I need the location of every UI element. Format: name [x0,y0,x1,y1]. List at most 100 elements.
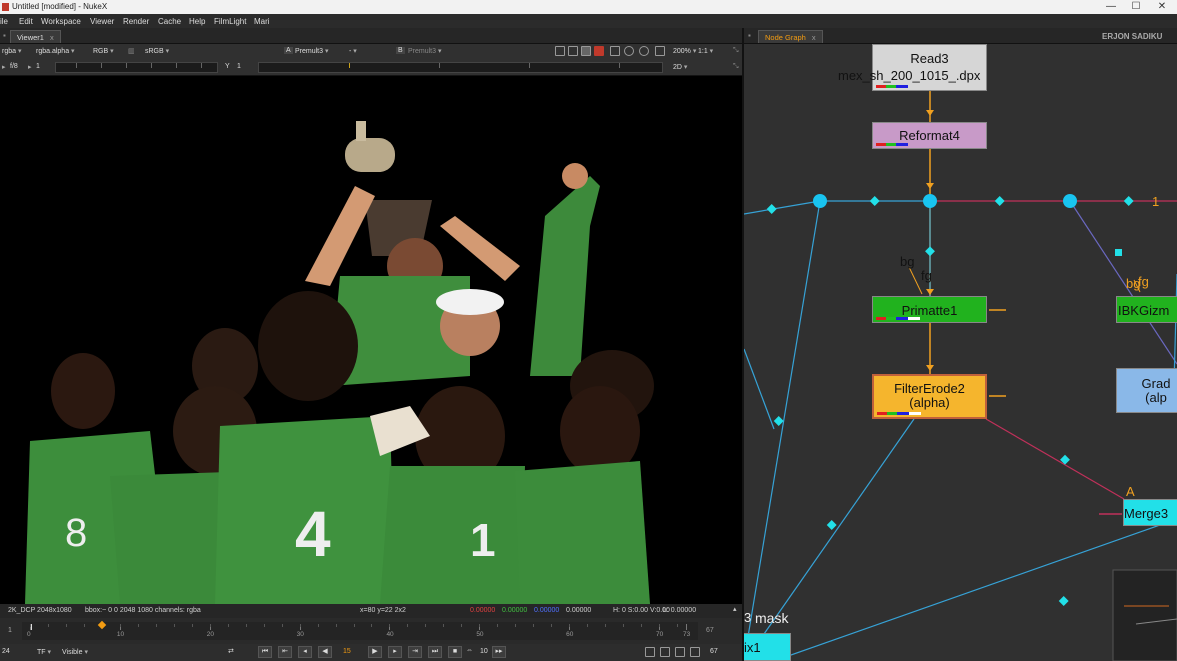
wipe-select[interactable]: - [349,47,389,55]
timeline-start[interactable]: 1 [8,627,12,634]
first-frame-button[interactable]: ⏮ [258,646,272,658]
close-button[interactable]: ✕ [1150,0,1174,14]
current-frame-field[interactable]: 15 [343,648,351,655]
ratio-select[interactable]: 1:1 [698,47,713,55]
ibkgizmo-node-name: IBKGizm [1118,303,1170,318]
ibkgizmo-node[interactable]: IBKGizm [1116,296,1177,323]
bbox-info: bbox:~ 0 0 2048 1080 channels: rgba [85,607,201,614]
timeline-minor-tick [407,624,409,627]
lines-icon[interactable] [610,46,620,56]
display-channel-select[interactable]: RGB [93,47,114,55]
alpha-value: 0.00000 [566,607,592,614]
timeline-tick [686,624,687,630]
gamma-value[interactable]: 1 [237,63,241,70]
gpu-icon[interactable] [639,46,649,56]
prev-keyframe-button[interactable]: ⇤ [278,646,292,658]
menu-file[interactable]: ile [0,17,8,26]
viewer-canvas[interactable]: 8 4 1 [0,76,742,604]
timeline-tick-label: 30 [296,631,304,638]
tab-viewer1[interactable]: Viewer1 x [10,30,61,43]
timeline-minor-tick [30,624,31,627]
mix-node[interactable]: ix1 [744,633,791,661]
channels-select[interactable]: rgba [2,47,21,55]
step-back-button[interactable]: ◂ [298,646,312,658]
filtererode-node[interactable]: FilterErode2 (alpha) [872,374,987,419]
settings-gear-icon[interactable] [690,647,700,657]
timeline-track[interactable]: 0 10 20 30 40 50 60 70 73 [22,620,698,640]
pane-menu-icon-2[interactable]: ▪ [748,31,751,40]
menu-edit[interactable]: Edit [19,17,33,26]
lut-icon: ▥ [128,48,135,55]
filtererode-node-sub: (alpha) [909,395,950,410]
node-graph[interactable]: Read3 mex_sh_200_1015_.dpx Reformat4 bg … [744,44,1177,661]
pause-icon[interactable] [655,46,665,56]
read-file-label: mex_sh_200_1015_.dpx [838,68,981,83]
visible-select[interactable]: Visible [62,648,88,656]
minimize-button[interactable]: — [1099,0,1123,14]
timeline-minor-tick [353,624,355,627]
record-icon[interactable] [594,46,604,56]
alpha-select[interactable]: rgba.alpha [36,47,75,55]
timeline-playhead[interactable] [97,620,107,630]
menu-help[interactable]: Help [189,17,205,26]
stop-button[interactable]: ■ [448,646,462,658]
next-keyframe-button[interactable]: ⇥ [408,646,422,658]
proxy-icon[interactable] [581,46,591,56]
b-input-select[interactable]: Premult3 [408,47,441,55]
primatte-node[interactable]: Primatte1 [872,296,987,323]
grade-node[interactable]: Grad (alp [1116,368,1177,413]
menu-mari[interactable]: Mari [254,17,270,26]
timeline-minor-tick [443,624,445,627]
lut-select[interactable]: sRGB [145,47,169,55]
maximize-button[interactable]: ☐ [1124,0,1148,14]
fstop-label[interactable]: f/8 [10,63,18,70]
zoom-select[interactable]: 200% [673,47,696,55]
play-forward-button[interactable]: ▶ [368,646,382,658]
timeline-tick-label: 70 [656,631,664,638]
pane-menu-icon[interactable]: ▪ [3,31,6,40]
menu-cache[interactable]: Cache [158,17,181,26]
play-backward-button[interactable]: ◀ [318,646,332,658]
a-input-select[interactable]: Premult3 [295,47,328,55]
fps-mode-select[interactable]: TF [37,648,51,656]
gain-value[interactable]: 1 [36,63,40,70]
view-mode-select[interactable]: 2D [673,63,687,71]
reformat-node-name: Reformat4 [899,128,960,143]
info-menu-icon[interactable]: ▴ [733,605,737,613]
primatte-node-name: Primatte1 [901,303,958,318]
lock-icon[interactable] [675,647,685,657]
expand-icon[interactable]: ⤡ [733,47,739,55]
step-forward-button[interactable]: ▸ [388,646,402,658]
end-frame-field[interactable]: 67 [710,648,718,655]
left-frame-field[interactable]: 24 [2,648,10,655]
timeline-minor-tick [335,624,337,627]
bounce-icon[interactable]: ⇄ [228,647,234,655]
roi-icon[interactable] [555,46,565,56]
gain-slider[interactable] [55,62,218,73]
merge-node[interactable]: Merge3 [1123,499,1177,526]
safe-area-icon[interactable] [568,46,578,56]
tab-close-icon-2[interactable]: x [812,33,816,42]
menu-viewer[interactable]: Viewer [90,17,114,26]
menu-render[interactable]: Render [123,17,149,26]
monitor-icon[interactable] [660,647,670,657]
menu-workspace[interactable]: Workspace [41,17,81,26]
timeline[interactable]: 1 0 10 20 30 40 50 60 70 73 67 [0,618,742,644]
settings-icon[interactable]: ⤡ [733,63,739,71]
increment-field[interactable]: 10 [480,648,488,655]
refresh-icon[interactable] [624,46,634,56]
viewer-image: 8 4 1 [25,121,654,604]
tab-close-icon[interactable]: x [50,33,54,42]
menu-filmlight[interactable]: FilmLight [214,17,246,26]
last-frame-button[interactable]: ⏭ [428,646,442,658]
skip-forward-button[interactable]: ▸▸ [492,646,506,658]
timeline-end[interactable]: 67 [706,627,714,634]
gamma-slider[interactable] [258,62,663,73]
timeline-minor-tick [461,624,463,627]
timeline-minor-tick [479,624,481,627]
window-title: Untitled [modified] - NukeX [12,2,108,11]
tab-node-graph[interactable]: Node Graph x [758,30,823,43]
reformat-node[interactable]: Reformat4 [872,122,987,149]
timeline-tick-label: 50 [476,631,484,638]
flipbook-icon[interactable] [645,647,655,657]
